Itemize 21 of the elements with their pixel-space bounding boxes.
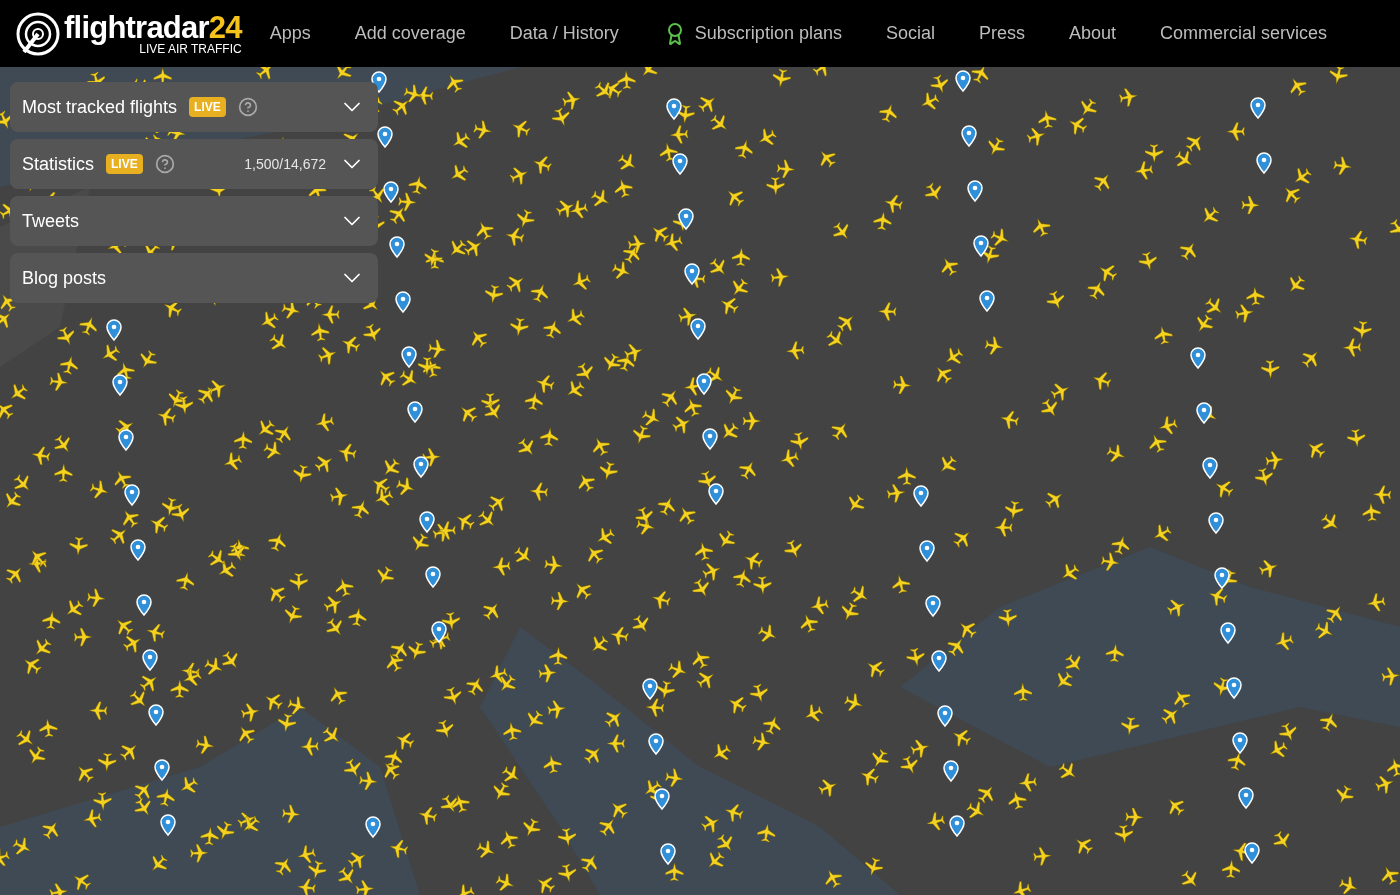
live-badge: LIVE: [189, 97, 226, 117]
panel-header[interactable]: Tweets: [10, 196, 378, 246]
live-badge: LIVE: [106, 154, 143, 174]
nav-link[interactable]: Social: [885, 20, 935, 47]
panel-header[interactable]: Most tracked flights LIVE: [10, 82, 378, 132]
nav-link[interactable]: Commercial services: [1160, 20, 1328, 47]
flight-count: 1,500/14,672: [244, 154, 326, 174]
logo-tagline: LIVE AIR TRAFFIC: [139, 43, 242, 55]
logo-wordmark: flightradar24: [64, 12, 242, 43]
panel-header[interactable]: Statistics LIVE 1,500/14,672: [10, 139, 378, 189]
help-icon: [237, 97, 258, 117]
logo[interactable]: flightradar24 LIVE AIR TRAFFIC: [16, 11, 242, 56]
help-icon: [154, 154, 175, 174]
nav-link[interactable]: Data / History: [509, 20, 619, 47]
nav-link[interactable]: About: [1069, 20, 1117, 47]
panel-header[interactable]: Blog posts: [10, 253, 378, 303]
nav-link[interactable]: Press: [978, 20, 1025, 47]
radar-icon: [16, 11, 60, 56]
nav-link[interactable]: Apps: [269, 20, 311, 47]
nav-link[interactable]: Add coverage: [354, 20, 466, 47]
nav-link[interactable]: Subscription plans: [662, 20, 842, 47]
